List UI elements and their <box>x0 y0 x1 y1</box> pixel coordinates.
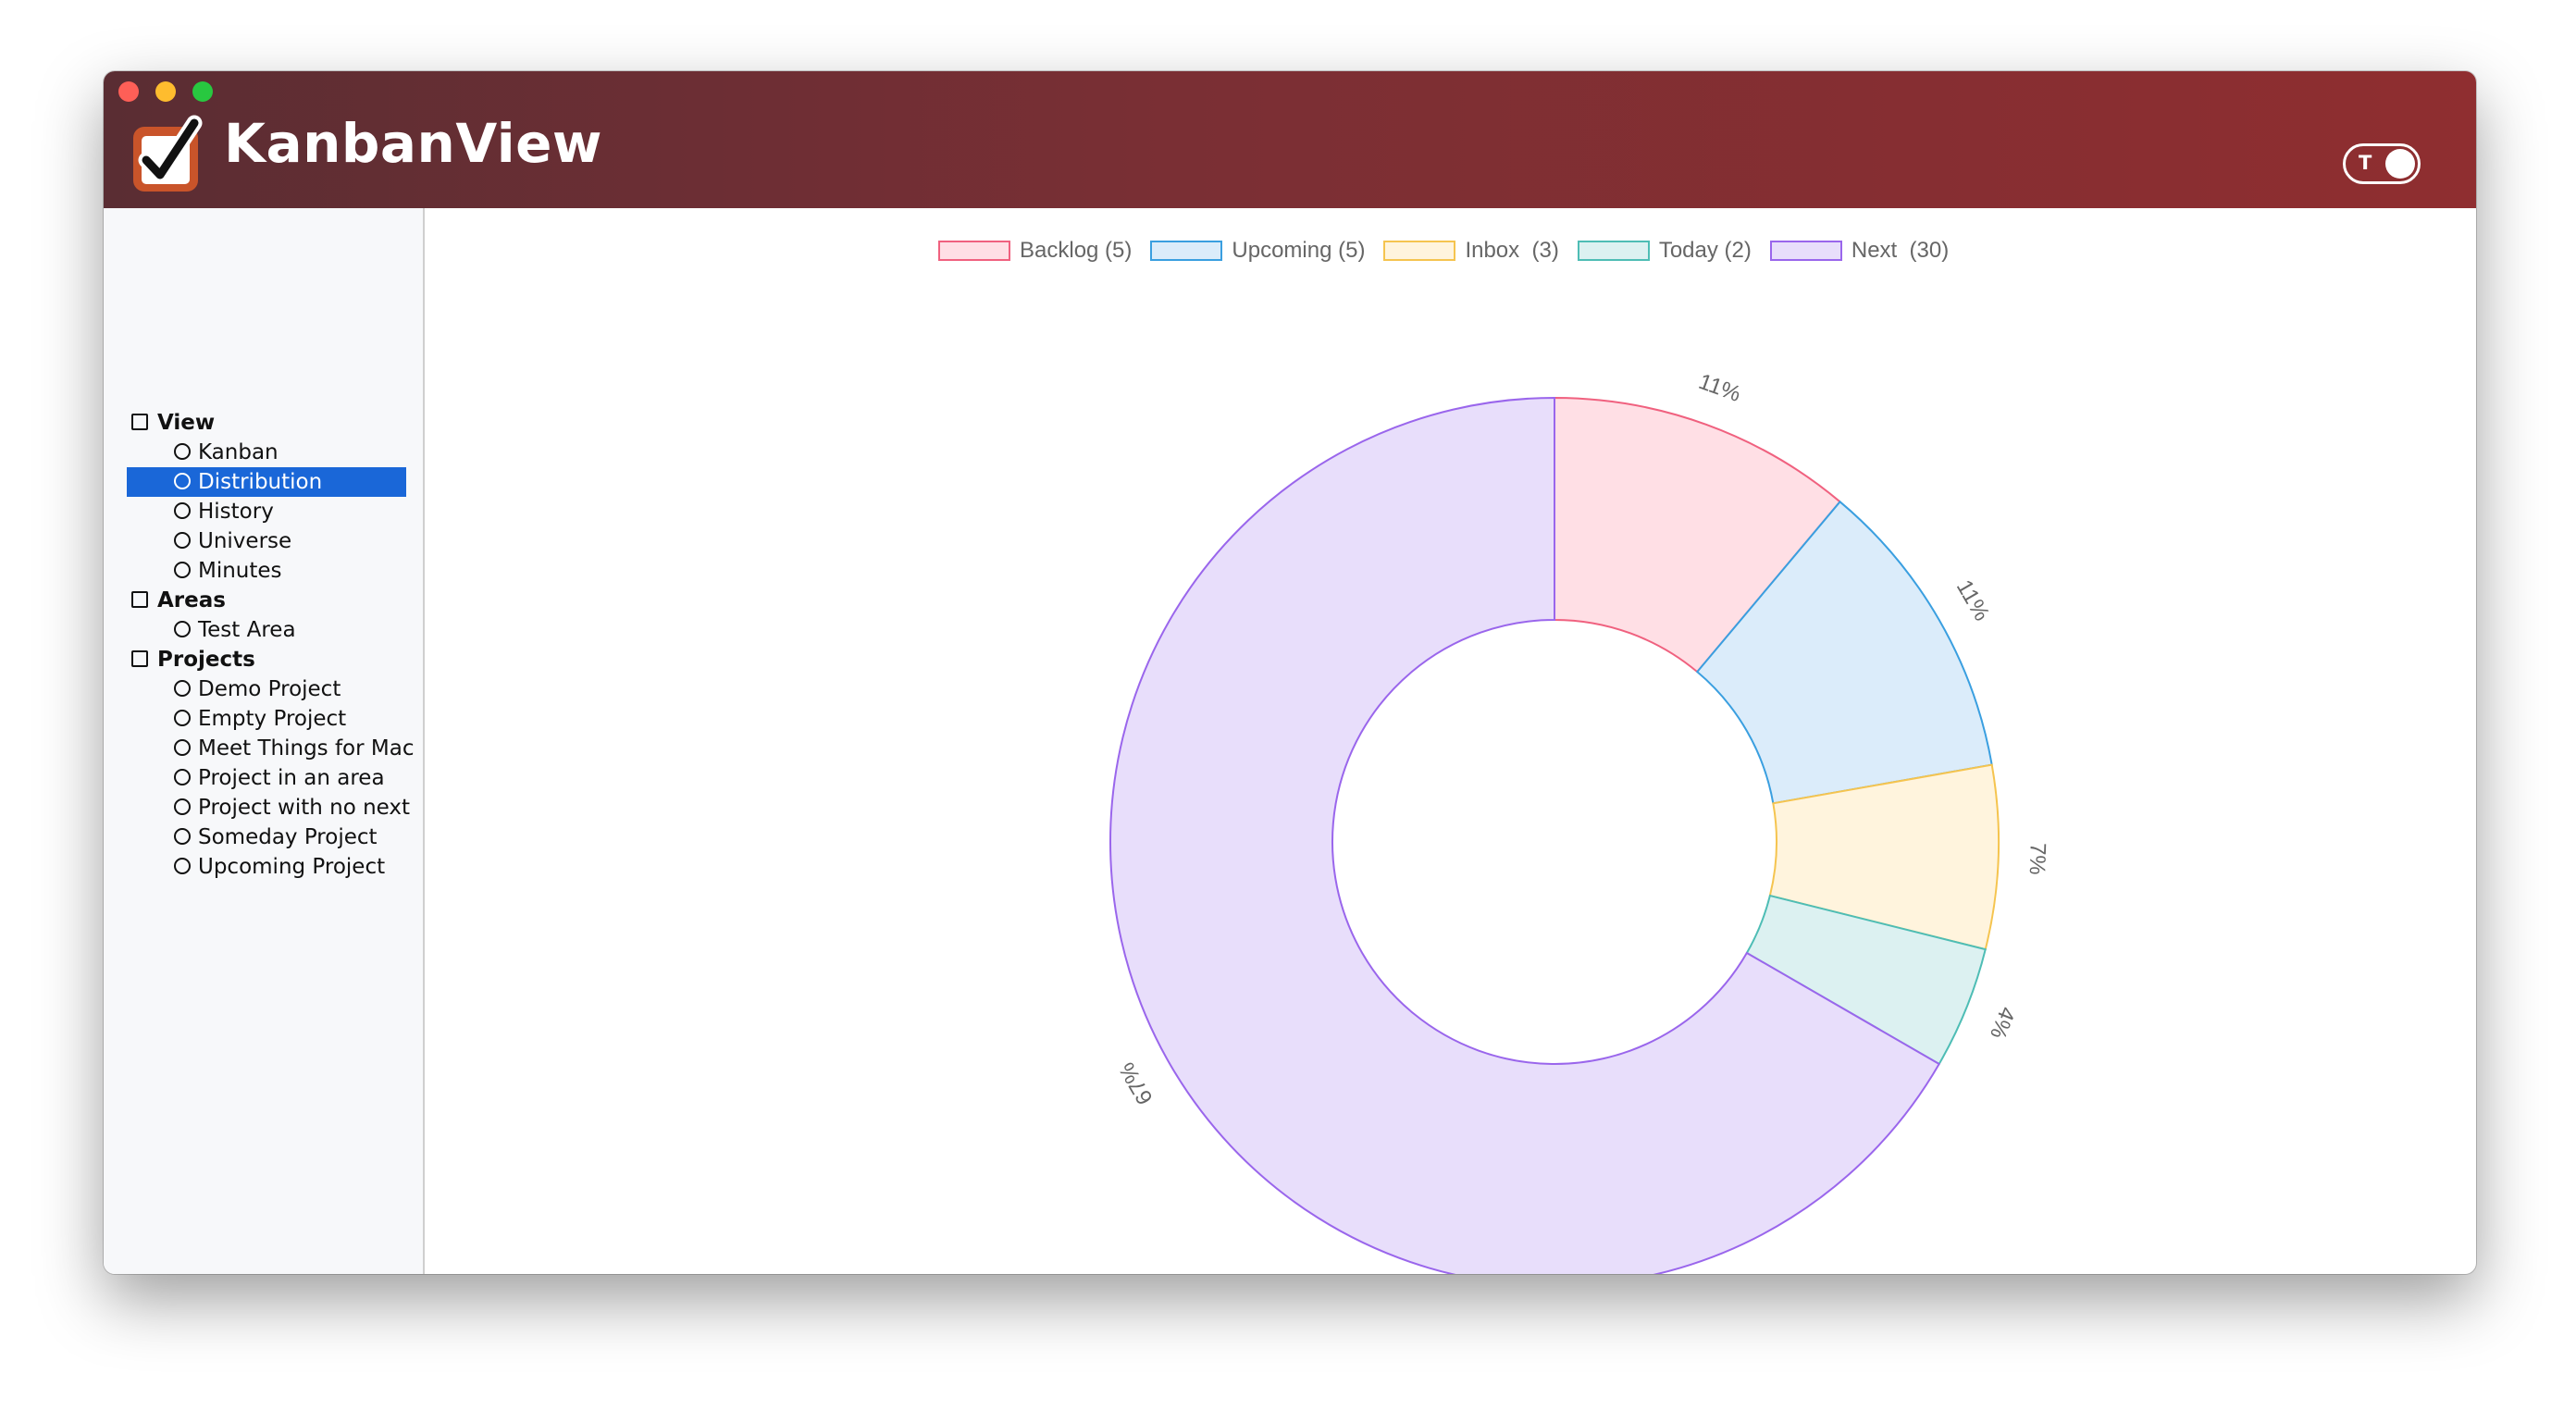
sidebar-item-label: History <box>198 500 274 524</box>
slice-percent-label: 11% <box>1951 575 1995 625</box>
slice-percent-label: 67% <box>1114 1058 1158 1108</box>
donut-chart: 11% 11% 7% 4% 67% <box>1109 369 2050 1274</box>
radio-circle-icon <box>174 473 191 489</box>
title-bar: KanbanView T <box>104 71 2476 208</box>
minimize-window-button[interactable] <box>155 81 176 102</box>
sidebar-section-view[interactable]: View <box>104 408 423 438</box>
sidebar-item-project-in-an-area[interactable]: Project in an area <box>104 763 423 793</box>
sidebar-item-universe[interactable]: Universe <box>104 526 423 556</box>
sidebar-item-label: Distribution <box>198 470 323 494</box>
sidebar-section-projects[interactable]: Projects <box>104 645 423 674</box>
slice-percent-label: 11% <box>1695 369 1744 407</box>
radio-circle-icon <box>174 798 191 815</box>
sidebar-item-minutes[interactable]: Minutes <box>104 556 423 586</box>
sidebar-nav: View Kanban Distribution History Universe Min… <box>104 408 423 882</box>
checkbox-icon <box>131 591 148 608</box>
toggle-letter: T <box>2359 152 2372 174</box>
sidebar-item-test-area[interactable]: Test Area <box>104 615 423 645</box>
sidebar-item-someday-project[interactable]: Someday Project <box>104 822 423 852</box>
zoom-window-button[interactable] <box>192 81 213 102</box>
radio-circle-icon <box>174 858 191 874</box>
sidebar-item-empty-project[interactable]: Empty Project <box>104 704 423 734</box>
radio-circle-icon <box>174 710 191 726</box>
theme-toggle[interactable]: T <box>2343 143 2421 184</box>
radio-circle-icon <box>174 502 191 519</box>
sidebar-item-demo-project[interactable]: Demo Project <box>104 674 423 704</box>
checkbox-icon <box>131 414 148 430</box>
sidebar-item-label: Demo Project <box>198 677 341 701</box>
sidebar-item-label: Test Area <box>198 618 296 642</box>
slice-percent-label: 4% <box>1985 1003 2020 1042</box>
sidebar-section-label: Projects <box>157 648 255 672</box>
radio-circle-icon <box>174 443 191 460</box>
radio-circle-icon <box>174 532 191 549</box>
sidebar-item-label: Project with no next <box>198 796 411 820</box>
sidebar-item-kanban[interactable]: Kanban <box>104 438 423 467</box>
sidebar-item-upcoming-project[interactable]: Upcoming Project <box>104 852 423 882</box>
radio-circle-icon <box>174 562 191 578</box>
toggle-knob <box>2385 149 2415 179</box>
sidebar-item-label: Upcoming Project <box>198 855 386 879</box>
radio-circle-icon <box>174 769 191 785</box>
sidebar-section-label: View <box>157 411 216 435</box>
radio-circle-icon <box>174 828 191 845</box>
slice-percent-label: 7% <box>2025 842 2050 875</box>
sidebar-item-project-with-no-next[interactable]: Project with no next <box>104 793 423 822</box>
app-logo-icon <box>133 115 203 192</box>
radio-circle-icon <box>174 739 191 756</box>
radio-circle-icon <box>174 680 191 697</box>
sidebar-item-label: Kanban <box>198 440 279 464</box>
app-title: KanbanView <box>224 112 602 175</box>
sidebar-item-label: Empty Project <box>198 707 347 731</box>
sidebar-item-distribution[interactable]: Distribution <box>127 467 406 497</box>
app-window: KanbanView T View Kanban Distribution Histo… <box>104 71 2476 1274</box>
sidebar-item-label: Meet Things for Mac <box>198 736 415 761</box>
sidebar-item-history[interactable]: History <box>104 497 423 526</box>
sidebar-item-label: Universe <box>198 529 292 553</box>
sidebar-section-areas[interactable]: Areas <box>104 586 423 615</box>
sidebar-item-label: Project in an area <box>198 766 385 790</box>
radio-circle-icon <box>174 621 191 637</box>
checkbox-icon <box>131 650 148 667</box>
sidebar-section-label: Areas <box>157 588 226 612</box>
sidebar-item-label: Someday Project <box>198 825 378 849</box>
chart-area: Backlog (5) Upcoming (5) Inbox (3) Today (2… <box>425 208 2476 1274</box>
sidebar-item-meet-things-for-mac[interactable]: Meet Things for Mac <box>104 734 423 763</box>
sidebar-item-label: Minutes <box>198 559 282 583</box>
close-window-button[interactable] <box>118 81 139 102</box>
sidebar: View Kanban Distribution History Universe Min… <box>104 208 425 1274</box>
